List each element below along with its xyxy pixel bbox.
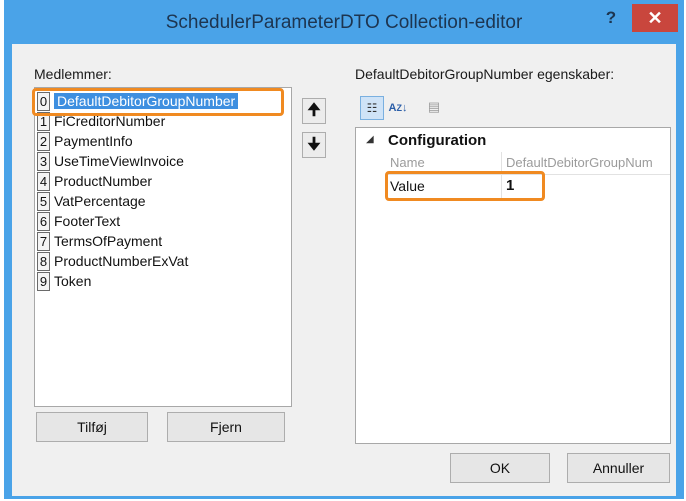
list-item-index: 0 <box>37 92 50 111</box>
window-title: SchedulerParameterDTO Collection-editor <box>165 12 523 33</box>
property-value-input[interactable]: 1 <box>506 177 514 194</box>
list-item-index: 3 <box>37 152 50 171</box>
list-item[interactable]: 8 ProductNumberExVat <box>37 252 188 272</box>
sort-alphabetical-icon: AZ↓ <box>388 102 408 114</box>
list-item-index: 8 <box>37 252 50 271</box>
property-value-label: Value <box>390 178 425 194</box>
property-name-value: DefaultDebitorGroupNum <box>506 155 653 170</box>
members-listbox[interactable]: 0 DefaultDebitorGroupNumber 1 FiCreditorNu… <box>34 87 292 407</box>
dialog-client-area: Medlemmer: 0 DefaultDebitorGroupNumber 1F… <box>12 44 676 496</box>
collapse-triangle-icon[interactable]: ◢ <box>366 134 374 145</box>
move-up-button[interactable]: 🠉 <box>302 98 326 124</box>
list-item[interactable]: 6 FooterText <box>37 212 120 232</box>
cancel-button[interactable]: Annuller <box>567 453 670 483</box>
property-row-name[interactable]: Name DefaultDebitorGroupNum <box>388 154 670 174</box>
list-item[interactable]: 3 UseTimeViewInvoice <box>37 152 184 172</box>
grid-column-divider <box>501 152 502 200</box>
list-item-label: FiCreditorNumber <box>54 113 166 129</box>
list-item[interactable]: 5 VatPercentage <box>37 192 146 212</box>
collection-editor-window: SchedulerParameterDTO Collection-editor … <box>4 0 684 499</box>
close-button[interactable]: ✕ <box>632 4 678 32</box>
list-item[interactable]: 7 TermsOfPayment <box>37 232 162 252</box>
list-item-index: 4 <box>37 172 50 191</box>
categorized-icon: ☷ <box>366 101 378 115</box>
remove-button[interactable]: Fjern <box>167 412 285 442</box>
list-item[interactable]: 4 ProductNumber <box>37 172 152 192</box>
list-item[interactable]: 1 FiCreditorNumber <box>37 112 165 132</box>
arrow-up-icon: 🠉 <box>307 102 321 119</box>
list-item-label: UseTimeViewInvoice <box>54 153 184 169</box>
list-item-label: TermsOfPayment <box>54 233 163 249</box>
help-button[interactable]: ? <box>600 8 622 32</box>
arrow-down-icon: 🠋 <box>307 136 321 153</box>
list-item-index: 1 <box>37 112 50 131</box>
list-item-label: PaymentInfo <box>54 133 133 149</box>
categorized-view-button[interactable]: ☷ <box>360 96 384 120</box>
property-pages-button[interactable]: ▤ <box>422 96 446 120</box>
list-item[interactable]: 0 DefaultDebitorGroupNumber <box>37 92 239 112</box>
list-item-index: 9 <box>37 272 50 291</box>
alphabetical-view-button[interactable]: AZ↓ <box>386 96 410 120</box>
list-item-label: FooterText <box>54 213 121 229</box>
category-configuration[interactable]: ◢ Configuration <box>356 128 670 152</box>
list-item-index: 7 <box>37 232 50 251</box>
members-label: Medlemmer: <box>34 66 112 82</box>
list-item-label: ProductNumber <box>54 173 153 189</box>
properties-label: DefaultDebitorGroupNumber egenskaber: <box>355 66 615 82</box>
grid-divider <box>388 174 670 175</box>
property-row-value[interactable]: Value 1 <box>388 176 670 198</box>
title-bar[interactable]: SchedulerParameterDTO Collection-editor … <box>4 0 684 44</box>
list-item-index: 2 <box>37 132 50 151</box>
move-down-button[interactable]: 🠋 <box>302 132 326 158</box>
list-item-label: VatPercentage <box>54 193 146 209</box>
list-item-label: DefaultDebitorGroupNumber <box>54 93 239 109</box>
list-item-label: ProductNumberExVat <box>54 253 189 269</box>
property-name-label: Name <box>390 155 425 170</box>
list-item-label: Token <box>54 273 92 289</box>
list-item-index: 6 <box>37 212 50 231</box>
ok-button[interactable]: OK <box>450 453 550 483</box>
list-item-index: 5 <box>37 192 50 211</box>
property-grid: ◢ Configuration Name DefaultDebitorGroup… <box>355 127 671 444</box>
list-item[interactable]: 9 Token <box>37 272 91 292</box>
add-button[interactable]: Tilføj <box>36 412 148 442</box>
category-title: Configuration <box>388 132 487 149</box>
list-item[interactable]: 2 PaymentInfo <box>37 132 133 152</box>
property-pages-icon: ▤ <box>427 99 441 114</box>
